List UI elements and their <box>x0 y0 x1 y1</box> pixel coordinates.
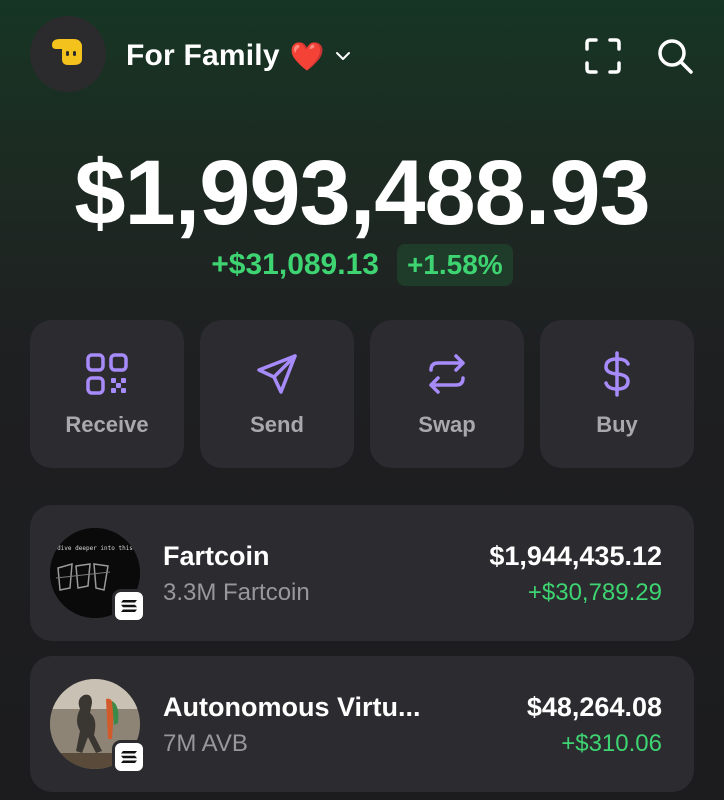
qr-code-icon <box>86 353 128 395</box>
receive-button[interactable]: Receive <box>30 320 184 468</box>
swap-icon <box>429 354 465 394</box>
send-button[interactable]: Send <box>200 320 354 468</box>
token-change: +$30,789.29 <box>527 579 662 606</box>
buy-button[interactable]: Buy <box>540 320 694 468</box>
portfolio-balance: $1,993,488.93 <box>74 142 650 244</box>
fartcoin-image-caption: dive deeper into this <box>57 545 133 552</box>
token-change: +$310.06 <box>561 730 662 757</box>
hand-pointing-icon <box>46 29 90 79</box>
change-amount: +$31,089.13 <box>211 248 379 281</box>
receive-label: Receive <box>65 412 149 437</box>
chevron-down-icon <box>335 52 350 60</box>
token-amount: 3.3M Fartcoin <box>163 579 310 606</box>
send-icon <box>257 354 297 394</box>
token-value: $48,264.08 <box>526 692 662 722</box>
dollar-icon <box>604 351 630 397</box>
token-amount: 7M AVB <box>163 730 248 757</box>
portfolio-change: +$31,089.13 +1.58% <box>0 244 724 286</box>
token-name: Autonomous Virtu... <box>163 692 421 722</box>
change-percent-badge: +1.58% <box>396 244 513 286</box>
search-icon[interactable] <box>655 36 695 76</box>
swap-button[interactable]: Swap <box>370 320 524 468</box>
send-label: Send <box>250 412 304 437</box>
account-switcher[interactable]: For Family ❤️ <box>126 36 351 76</box>
action-buttons: Receive Send Swap Buy <box>30 320 694 468</box>
solana-icon <box>112 740 146 774</box>
swap-label: Swap <box>418 412 476 437</box>
solana-icon <box>112 589 146 623</box>
account-avatar[interactable] <box>30 16 106 92</box>
token-row-autonomous-virtual[interactable]: Autonomous Virtu... 7M AVB $48,264.08 +$… <box>30 656 694 792</box>
scan-icon[interactable] <box>583 36 623 76</box>
header: For Family ❤️ <box>0 0 724 110</box>
token-row-fartcoin[interactable]: dive deeper into this Fartcoin 3.3M Fart… <box>30 505 694 641</box>
token-name: Fartcoin <box>163 541 270 571</box>
heart-icon: ❤️ <box>289 40 325 72</box>
token-value: $1,944,435.12 <box>489 541 662 571</box>
account-name: For Family <box>126 39 280 72</box>
buy-label: Buy <box>596 412 638 437</box>
